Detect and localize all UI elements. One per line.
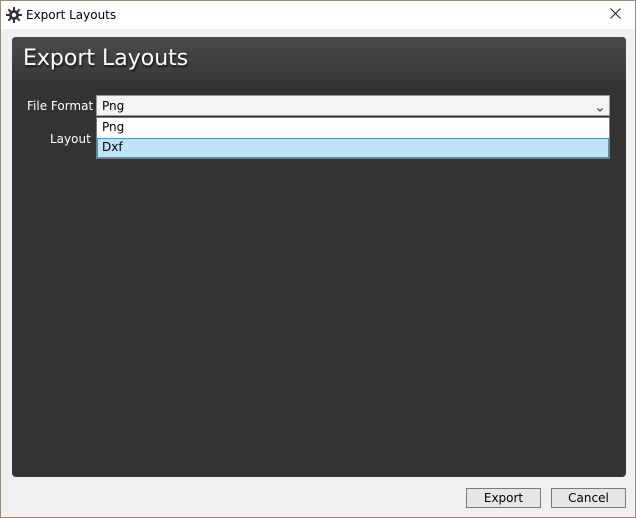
file-format-selected-value: Png: [102, 99, 125, 113]
chevron-down-icon[interactable]: [596, 101, 604, 112]
window-title: Export Layouts: [26, 8, 117, 22]
cancel-button[interactable]: Cancel: [551, 488, 626, 508]
close-button[interactable]: [595, 1, 635, 29]
export-button[interactable]: Export: [466, 488, 541, 508]
file-format-dropdown-list: Png Dxf: [96, 117, 610, 159]
title-bar[interactable]: Export Layouts: [1, 1, 635, 29]
close-icon: [609, 6, 621, 24]
file-format-label: File Format: [27, 99, 94, 113]
panel-header: Export Layouts: [12, 37, 626, 80]
gear-icon: [6, 7, 22, 23]
page-title: Export Layouts: [23, 46, 189, 71]
export-layouts-window: Export Layouts Export Layouts File Forma…: [0, 0, 636, 518]
dropdown-option-png[interactable]: Png: [97, 118, 609, 138]
export-panel: Export Layouts File Format Layout Png Pn…: [12, 37, 626, 477]
file-format-combobox[interactable]: Png: [96, 95, 610, 116]
dropdown-option-dxf[interactable]: Dxf: [97, 138, 609, 158]
layout-label: Layout: [50, 132, 91, 146]
